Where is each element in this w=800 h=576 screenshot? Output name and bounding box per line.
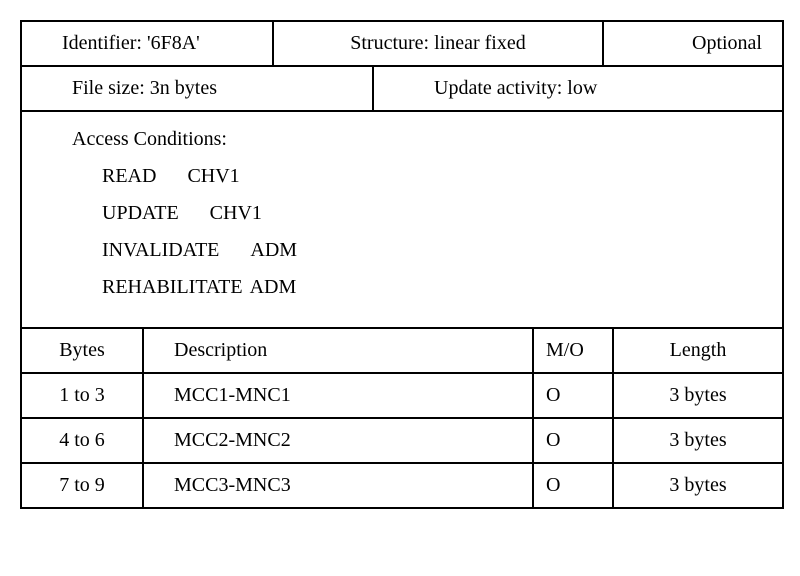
update-activity-cell: Update activity: low [372, 67, 782, 110]
filesize-cell: File size: 3n bytes [22, 67, 372, 110]
access-op: UPDATE [102, 202, 179, 225]
description-cell: MCC2-MNC2 [142, 419, 532, 462]
col-description: Description [142, 329, 532, 372]
table-row: 4 to 6 MCC2-MNC2 O 3 bytes [22, 419, 782, 464]
table-row: 1 to 3 MCC1-MNC1 O 3 bytes [22, 374, 782, 419]
access-conditions-block: Access Conditions: READ CHV1 UPDATE CHV1… [22, 112, 347, 327]
structure-cell: Structure: linear fixed [272, 22, 602, 65]
access-op: INVALIDATE [102, 239, 219, 262]
access-conditions-row: Access Conditions: READ CHV1 UPDATE CHV1… [22, 112, 782, 329]
length-cell: 3 bytes [612, 419, 782, 462]
access-line: REHABILITATE ADM [102, 276, 297, 299]
length-cell: 3 bytes [612, 464, 782, 507]
mo-cell: O [532, 374, 612, 417]
access-line: INVALIDATE ADM [102, 239, 297, 262]
table-row: 7 to 9 MCC3-MNC3 O 3 bytes [22, 464, 782, 507]
optional-cell: Optional [602, 22, 782, 65]
access-conditions-title: Access Conditions: [72, 128, 297, 151]
column-header-row: Bytes Description M/O Length [22, 329, 782, 374]
identifier-cell: Identifier: '6F8A' [22, 22, 272, 65]
col-length: Length [612, 329, 782, 372]
ef-definition-table: Identifier: '6F8A' Structure: linear fix… [20, 20, 784, 509]
bytes-cell: 1 to 3 [22, 374, 142, 417]
mo-cell: O [532, 464, 612, 507]
description-cell: MCC1-MNC1 [142, 374, 532, 417]
access-line: UPDATE CHV1 [102, 202, 297, 225]
access-val: ADM [250, 239, 297, 262]
access-op: REHABILITATE [102, 276, 243, 299]
mo-cell: O [532, 419, 612, 462]
col-bytes: Bytes [22, 329, 142, 372]
access-val: ADM [250, 276, 297, 299]
header-row-1: Identifier: '6F8A' Structure: linear fix… [22, 22, 782, 67]
access-op: READ [102, 165, 156, 188]
col-mo: M/O [532, 329, 612, 372]
access-val: CHV1 [187, 165, 239, 188]
bytes-cell: 4 to 6 [22, 419, 142, 462]
header-row-2: File size: 3n bytes Update activity: low [22, 67, 782, 112]
description-cell: MCC3-MNC3 [142, 464, 532, 507]
access-line: READ CHV1 [102, 165, 297, 188]
access-val: CHV1 [210, 202, 262, 225]
bytes-cell: 7 to 9 [22, 464, 142, 507]
length-cell: 3 bytes [612, 374, 782, 417]
